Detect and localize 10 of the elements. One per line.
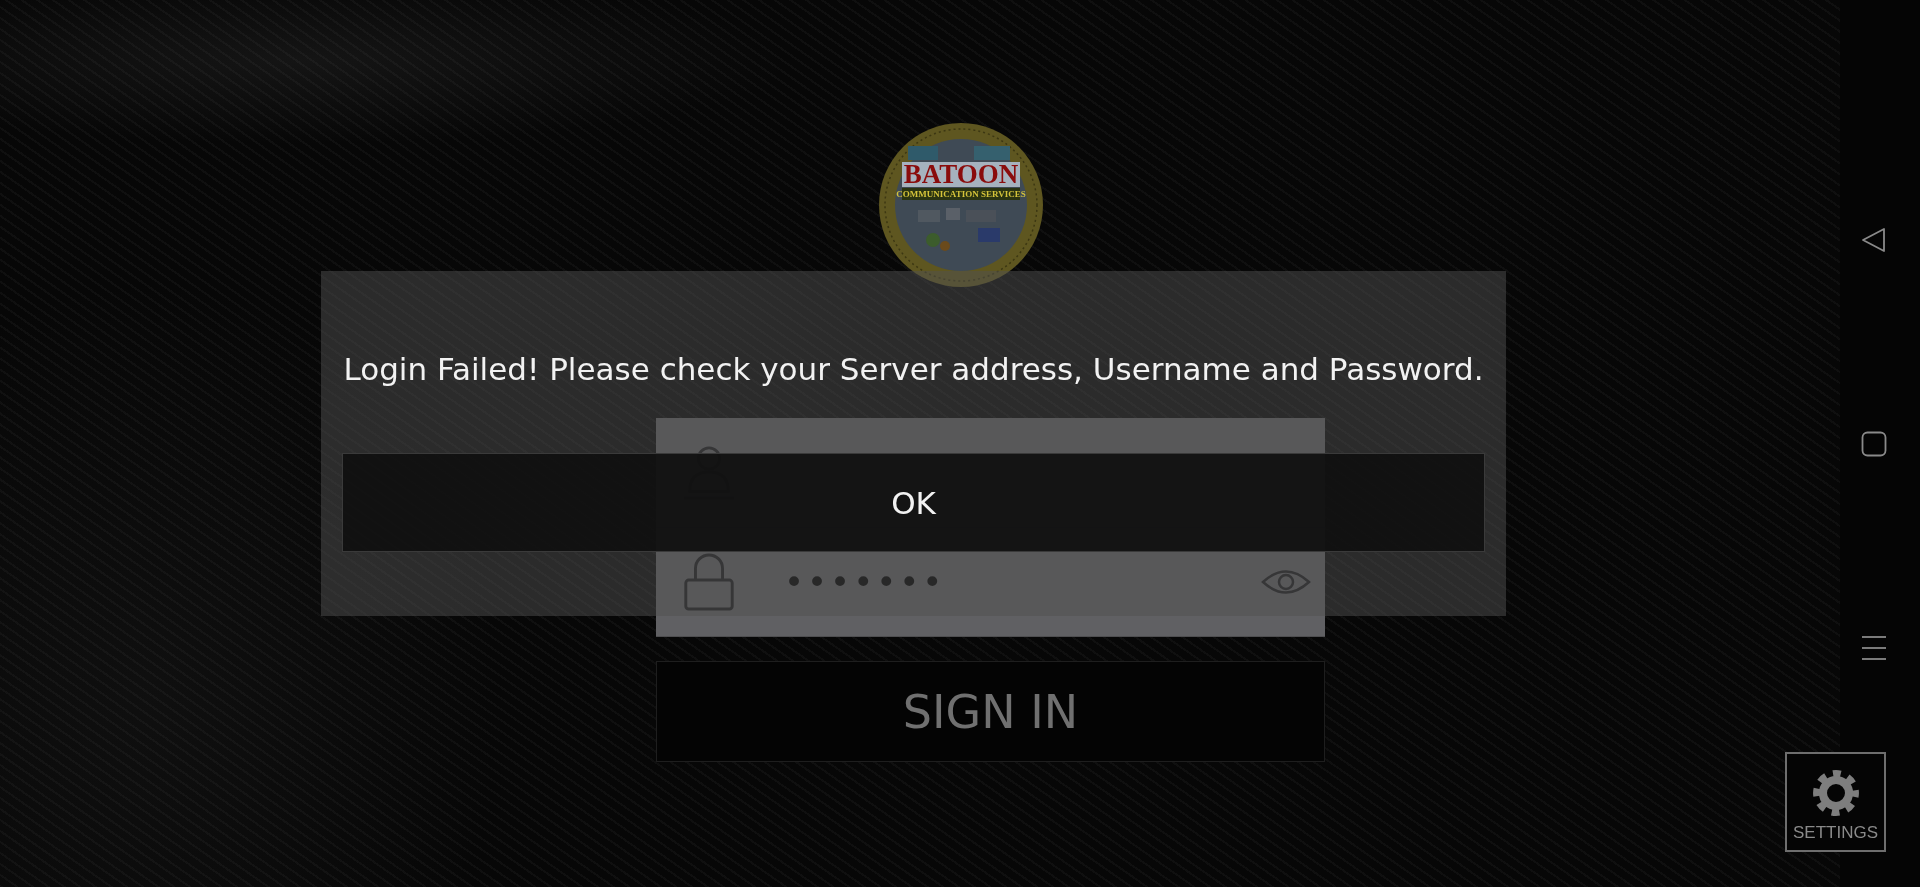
settings-label: SETTINGS bbox=[1793, 823, 1878, 843]
error-message: Login Failed! Please check your Server address, Username and Password. bbox=[342, 350, 1485, 389]
ok-button[interactable]: OK bbox=[342, 453, 1485, 552]
settings-button[interactable]: SETTINGS bbox=[1785, 752, 1886, 852]
sign-in-button[interactable]: SIGN IN bbox=[656, 661, 1325, 762]
logo-title: BATOON bbox=[903, 159, 1019, 189]
menu-icon[interactable] bbox=[1861, 635, 1887, 661]
logo-subtitle: COMMUNICATION SERVICES bbox=[896, 189, 1026, 199]
home-icon[interactable] bbox=[1861, 431, 1887, 457]
back-icon[interactable] bbox=[1861, 227, 1887, 253]
